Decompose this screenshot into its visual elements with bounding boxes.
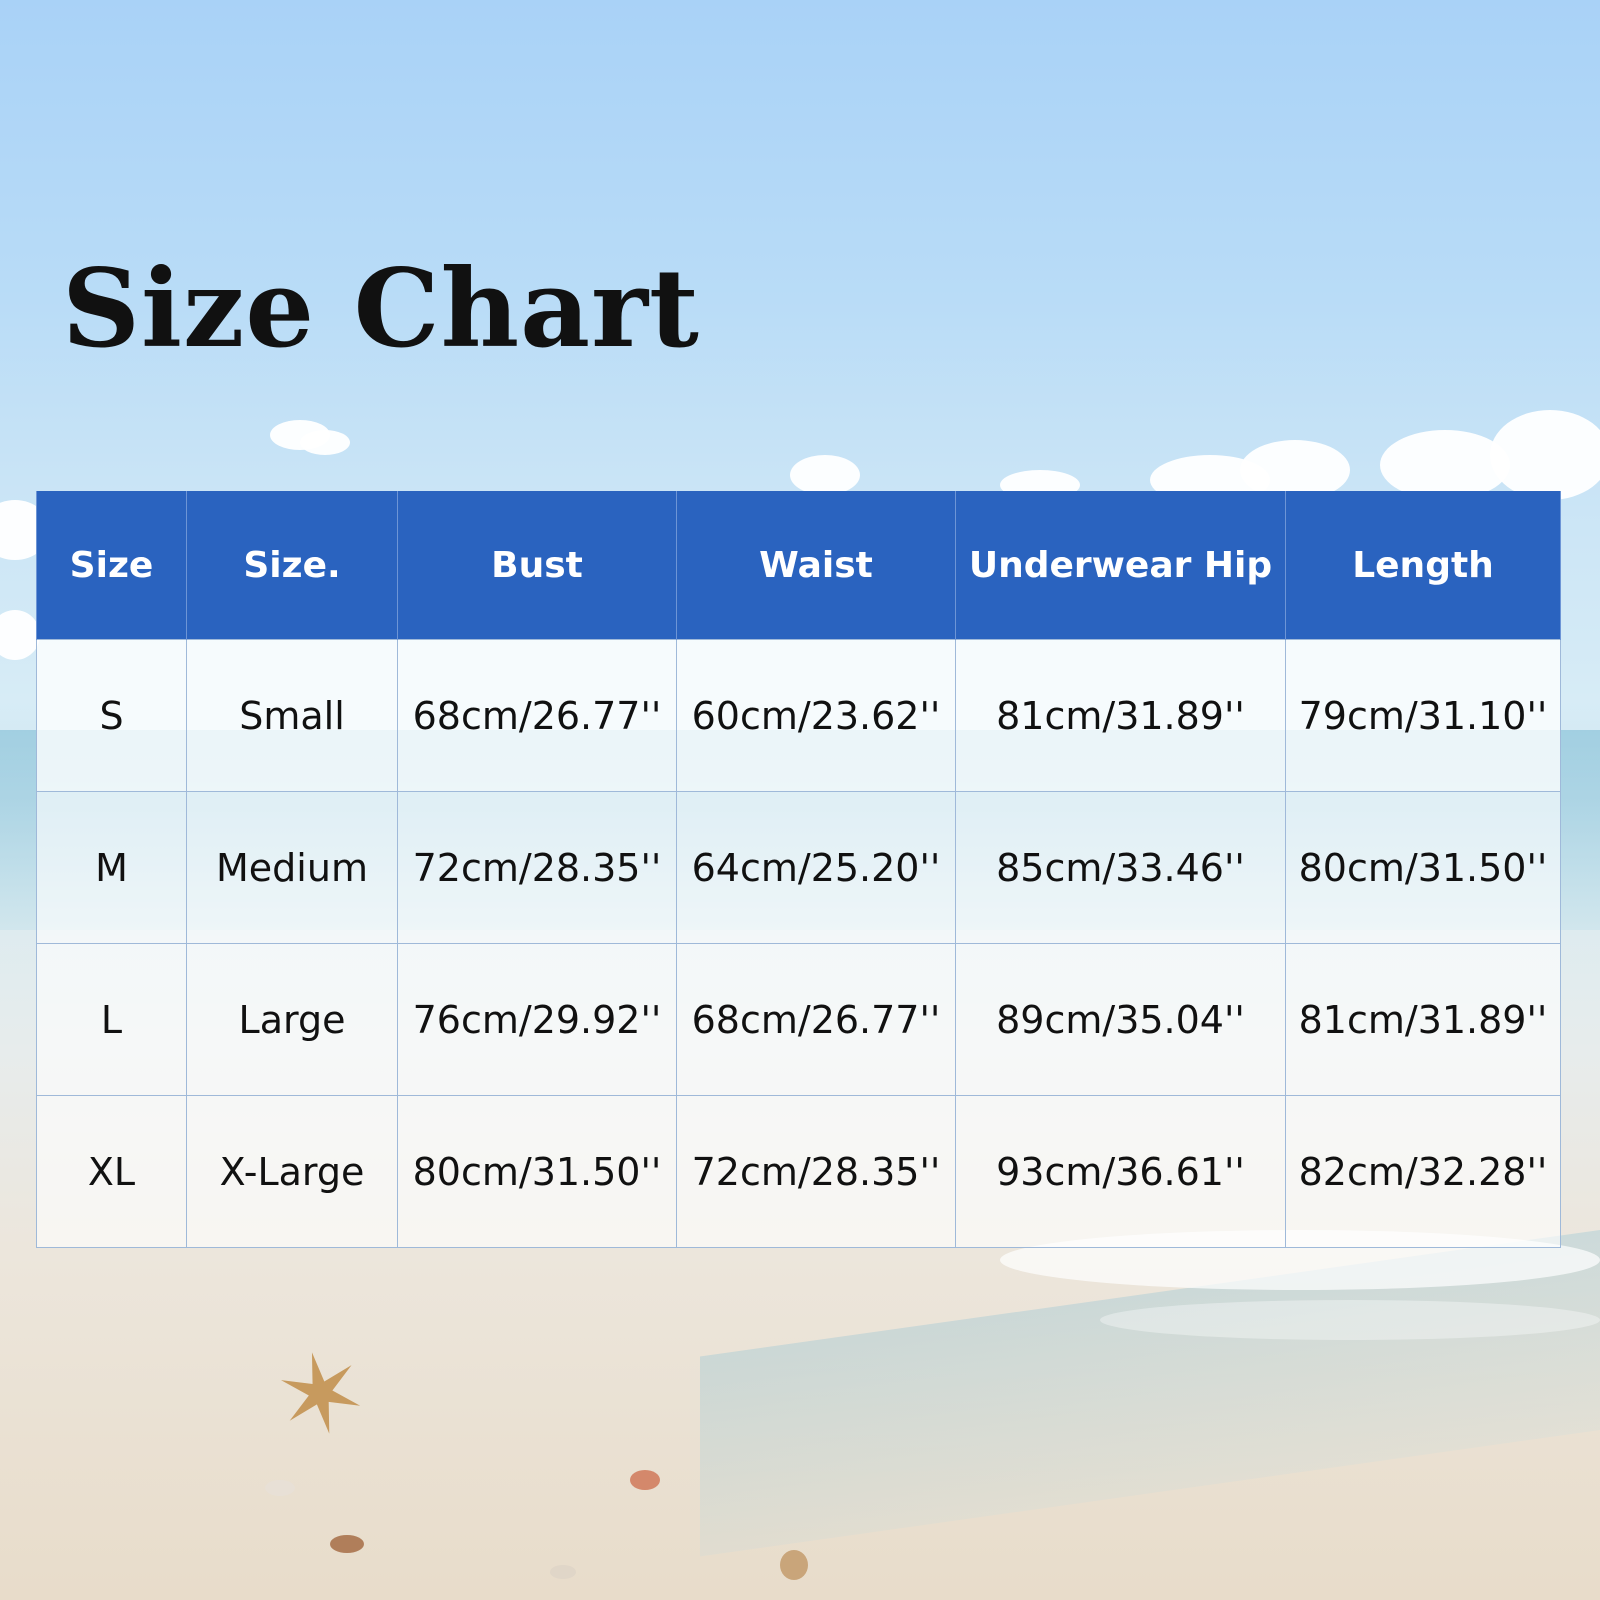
cell-length: 79cm/31.10'' [1285, 639, 1561, 792]
header-size: Size [36, 491, 187, 640]
table-row: S Small 68cm/26.77'' 60cm/23.62'' 81cm/3… [36, 639, 1561, 792]
header-size-name: Size. [186, 491, 398, 640]
cell-underwear-hip: 89cm/35.04'' [955, 943, 1286, 1096]
cell-underwear-hip: 81cm/31.89'' [955, 639, 1286, 792]
cell-size: XL [36, 1095, 187, 1248]
cell-size-name: Medium [186, 791, 398, 944]
page-title: Size Chart [62, 246, 700, 372]
shell-icon [630, 1470, 660, 1490]
cell-length: 82cm/32.28'' [1285, 1095, 1561, 1248]
cell-waist: 60cm/23.62'' [676, 639, 956, 792]
cell-size: S [36, 639, 187, 792]
cell-size: L [36, 943, 187, 1096]
size-chart-table: Size Size. Bust Waist Underwear Hip Leng… [36, 491, 1561, 1248]
cell-size: M [36, 791, 187, 944]
cell-bust: 68cm/26.77'' [397, 639, 677, 792]
starfish-icon: ✶ [262, 1322, 380, 1468]
shell-icon [265, 1480, 295, 1496]
cloud [1490, 410, 1600, 500]
header-waist: Waist [676, 491, 956, 640]
cloud [300, 430, 350, 455]
header-bust: Bust [397, 491, 677, 640]
cell-size-name: X-Large [186, 1095, 398, 1248]
table-row: XL X-Large 80cm/31.50'' 72cm/28.35'' 93c… [36, 1095, 1561, 1248]
cell-waist: 68cm/26.77'' [676, 943, 956, 1096]
shell-icon [550, 1565, 576, 1579]
cell-bust: 72cm/28.35'' [397, 791, 677, 944]
cell-waist: 64cm/25.20'' [676, 791, 956, 944]
header-underwear-hip: Underwear Hip [955, 491, 1286, 640]
cell-bust: 76cm/29.92'' [397, 943, 677, 1096]
cell-length: 80cm/31.50'' [1285, 791, 1561, 944]
cell-waist: 72cm/28.35'' [676, 1095, 956, 1248]
table-header-row: Size Size. Bust Waist Underwear Hip Leng… [36, 491, 1561, 640]
cloud [1380, 430, 1510, 500]
header-length: Length [1285, 491, 1561, 640]
cell-size-name: Small [186, 639, 398, 792]
cell-underwear-hip: 93cm/36.61'' [955, 1095, 1286, 1248]
cell-size-name: Large [186, 943, 398, 1096]
cloud [790, 455, 860, 495]
wave-foam [1100, 1300, 1600, 1340]
cell-length: 81cm/31.89'' [1285, 943, 1561, 1096]
cell-bust: 80cm/31.50'' [397, 1095, 677, 1248]
table-row: M Medium 72cm/28.35'' 64cm/25.20'' 85cm/… [36, 791, 1561, 944]
shell-icon [330, 1535, 364, 1553]
table-row: L Large 76cm/29.92'' 68cm/26.77'' 89cm/3… [36, 943, 1561, 1096]
cell-underwear-hip: 85cm/33.46'' [955, 791, 1286, 944]
shell-icon [780, 1550, 808, 1580]
cloud [0, 610, 40, 660]
